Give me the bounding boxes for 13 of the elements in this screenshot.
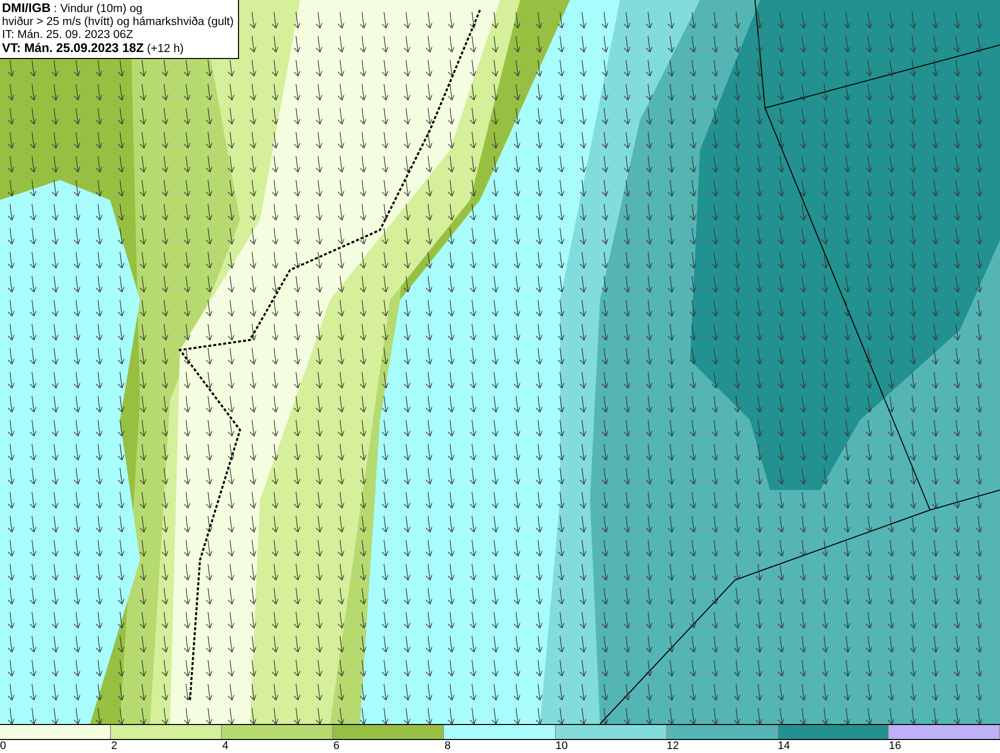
legend-label: 14 <box>778 740 790 753</box>
legend-label: 0 <box>0 740 6 753</box>
legend-label: 2 <box>111 740 118 753</box>
caption-line: VT: Mán. 25.09.2023 18Z (+12 h) <box>2 42 185 56</box>
legend-label: 4 <box>222 740 228 753</box>
legend-label: 8 <box>444 740 451 753</box>
caption-line: DMI/IGB : Vindur (10m) og <box>2 2 144 16</box>
legend-label: 12 <box>666 740 679 753</box>
legend-label: 10 <box>556 740 568 753</box>
legend-label: 6 <box>333 740 340 753</box>
caption-line: IT: Mán. 25. 09. 2023 06Z <box>2 29 134 42</box>
caption-line: hviður > 25 m/s (hvítt) og hámarkshviða (gult) <box>2 16 234 29</box>
legend-label: 16 <box>888 740 902 753</box>
